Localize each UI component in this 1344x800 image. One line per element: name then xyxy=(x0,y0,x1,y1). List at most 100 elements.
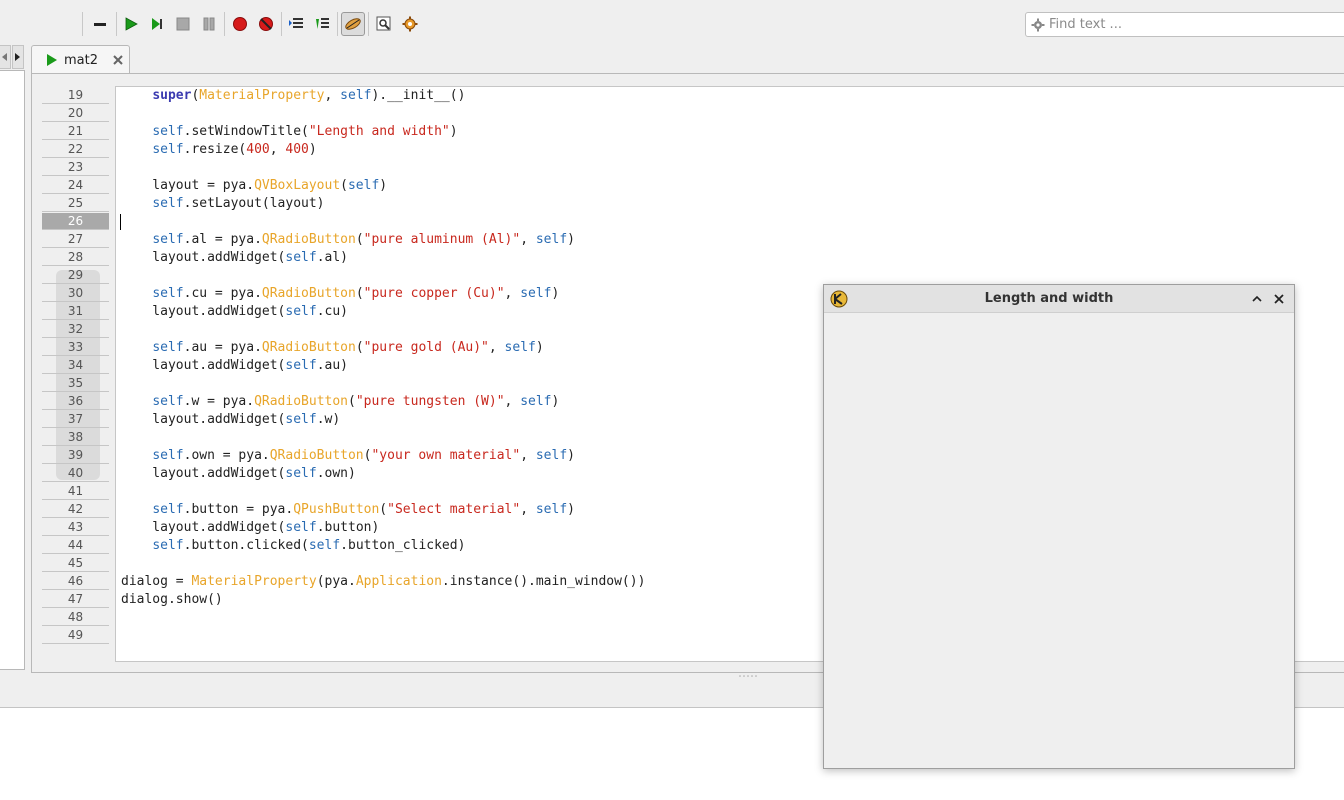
toolbar-separator xyxy=(116,12,117,36)
line-number: 24 xyxy=(42,177,109,194)
inspect-button[interactable] xyxy=(372,12,396,36)
collapse-icon xyxy=(94,23,106,26)
line-number: 27 xyxy=(42,231,109,248)
line-number: 25 xyxy=(42,195,109,212)
pause-button[interactable] xyxy=(197,12,221,36)
toolbar-separator xyxy=(368,12,369,36)
code-line: layout = pya.QVBoxLayout(self) xyxy=(121,178,388,193)
line-number: 38 xyxy=(42,429,109,446)
code-line: dialog.show() xyxy=(121,592,223,607)
code-line: layout.addWidget(self.cu) xyxy=(121,304,348,319)
breakpoint-icon xyxy=(233,17,247,31)
code-line: self.own = pya.QRadioButton("your own ma… xyxy=(152,448,575,463)
toolbar-separator xyxy=(337,12,338,36)
close-icon[interactable] xyxy=(112,54,124,66)
code-line: self.setWindowTitle("Length and width") xyxy=(152,124,458,139)
line-number: 33 xyxy=(42,339,109,356)
code-line: super(MaterialProperty, self).__init__() xyxy=(152,88,466,103)
tab-mat2[interactable]: mat2 xyxy=(31,45,130,74)
inspect-icon xyxy=(376,16,391,31)
code-line: layout.addWidget(self.au) xyxy=(121,358,348,373)
code-line: self.cu = pya.QRadioButton("pure copper … xyxy=(152,286,560,301)
toolbar-separator xyxy=(82,12,83,36)
scroll-left-button[interactable] xyxy=(0,45,11,69)
stop-button[interactable] xyxy=(171,12,195,36)
line-number: 34 xyxy=(42,357,109,374)
code-line: self.resize(400, 400) xyxy=(152,142,317,157)
code-line: layout.addWidget(self.own) xyxy=(121,466,356,481)
code-line: self.button.clicked(self.button_clicked) xyxy=(152,538,466,553)
chevron-left-icon xyxy=(2,53,7,61)
grip-icon xyxy=(739,675,757,677)
gear-icon xyxy=(1031,18,1045,31)
indent-button[interactable] xyxy=(284,12,308,36)
code-line: self.setLayout(layout) xyxy=(152,196,325,211)
line-number: 35 xyxy=(42,375,109,392)
length-and-width-dialog: Length and width xyxy=(823,284,1295,769)
run-button[interactable] xyxy=(119,12,143,36)
line-number: 49 xyxy=(42,627,109,644)
code-line: layout.addWidget(self.button) xyxy=(121,520,380,535)
line-number: 28 xyxy=(42,249,109,266)
close-icon xyxy=(1274,294,1284,304)
line-number-gutter: 19 20 21 22 23 24 25 26 27 28 29 30 31 32 33 34 35 36 37 38… xyxy=(42,86,109,646)
run-icon xyxy=(125,17,138,31)
edit-mode-button[interactable] xyxy=(341,12,365,36)
chevron-right-icon xyxy=(15,53,20,61)
toolbar-separator xyxy=(224,12,225,36)
tab-label: mat2 xyxy=(64,52,98,68)
line-number: 26 xyxy=(42,213,109,230)
line-number: 22 xyxy=(42,141,109,158)
line-number: 40 xyxy=(42,465,109,482)
settings-button[interactable] xyxy=(398,12,422,36)
outdent-icon xyxy=(316,18,329,29)
line-number: 48 xyxy=(42,609,109,626)
line-number: 19 xyxy=(42,87,109,104)
clear-breakpoints-icon xyxy=(259,17,273,31)
code-line: layout.addWidget(self.al) xyxy=(121,250,348,265)
line-number: 45 xyxy=(42,555,109,572)
line-number: 46 xyxy=(42,573,109,590)
line-number: 41 xyxy=(42,483,109,500)
code-line: self.w = pya.QRadioButton("pure tungsten… xyxy=(152,394,560,409)
step-icon xyxy=(152,18,162,30)
chevron-up-icon xyxy=(1252,295,1262,302)
line-number: 36 xyxy=(42,393,109,410)
run-icon xyxy=(47,54,57,66)
dialog-title-bar[interactable]: Length and width xyxy=(824,285,1294,313)
dialog-title: Length and width xyxy=(984,291,1114,306)
outdent-button[interactable] xyxy=(310,12,334,36)
line-number: 30 xyxy=(42,285,109,302)
line-number: 32 xyxy=(42,321,109,338)
maximize-button[interactable] xyxy=(1248,290,1266,308)
clear-breakpoints-button[interactable] xyxy=(254,12,278,36)
line-number: 39 xyxy=(42,447,109,464)
line-number: 44 xyxy=(42,537,109,554)
line-number: 23 xyxy=(42,159,109,176)
settings-icon xyxy=(402,16,418,32)
line-number: 42 xyxy=(42,501,109,518)
toolbar-separator xyxy=(281,12,282,36)
main-toolbar xyxy=(0,0,1344,48)
step-button[interactable] xyxy=(145,12,169,36)
line-number: 31 xyxy=(42,303,109,320)
find-text-input[interactable] xyxy=(1045,17,1333,32)
code-line: self.al = pya.QRadioButton("pure aluminu… xyxy=(152,232,575,247)
pause-icon xyxy=(203,17,215,31)
scroll-right-button[interactable] xyxy=(12,45,24,69)
line-number: 29 xyxy=(42,267,109,284)
line-number: 20 xyxy=(42,105,109,122)
text-caret xyxy=(120,214,121,230)
line-number: 43 xyxy=(42,519,109,536)
code-line: dialog = MaterialProperty(pya.Applicatio… xyxy=(121,574,646,589)
left-side-panel xyxy=(0,45,25,670)
find-text-box[interactable] xyxy=(1025,12,1344,37)
indent-icon xyxy=(289,18,303,28)
edit-mode-icon xyxy=(345,18,361,30)
code-line: self.au = pya.QRadioButton("pure gold (A… xyxy=(152,340,544,355)
close-dialog-button[interactable] xyxy=(1270,290,1288,308)
breakpoint-button[interactable] xyxy=(228,12,252,36)
line-number: 47 xyxy=(42,591,109,608)
stop-icon xyxy=(176,17,190,31)
collapse-button[interactable] xyxy=(88,12,112,36)
